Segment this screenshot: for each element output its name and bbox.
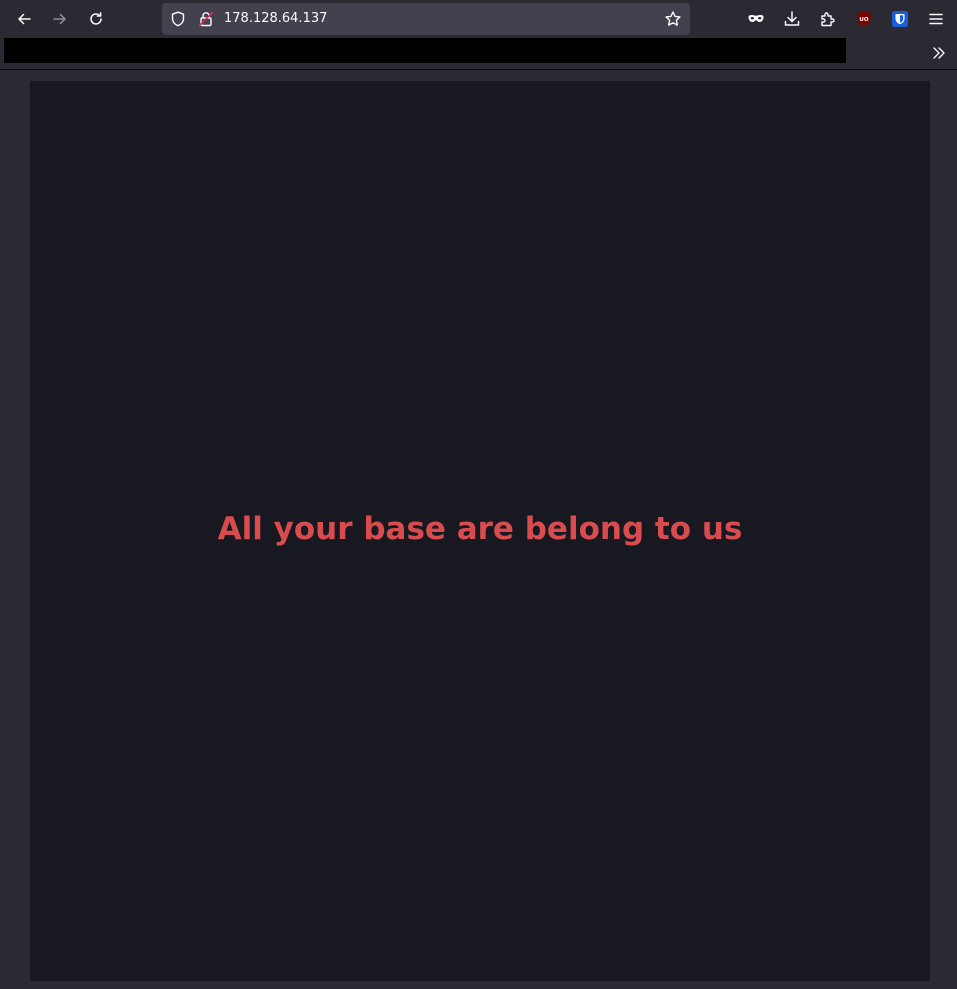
reload-button[interactable]: [83, 6, 109, 32]
back-button[interactable]: [11, 6, 37, 32]
url-text[interactable]: 178.128.64.137: [224, 11, 327, 26]
downloads-button[interactable]: [779, 6, 805, 32]
chevron-double-right-icon: [933, 47, 945, 59]
reload-icon: [90, 12, 102, 25]
browser-window: 178.128.64.137 UO All your base are belo…: [0, 0, 957, 989]
svg-text:UO: UO: [859, 17, 868, 23]
shield-icon[interactable]: [169, 10, 187, 28]
lock-insecure-icon[interactable]: [197, 10, 215, 28]
private-browsing-button[interactable]: [743, 6, 769, 32]
redacted-bookmarks: [4, 38, 846, 63]
app-menu-button[interactable]: [923, 6, 949, 32]
arrow-left-icon: [18, 13, 31, 25]
mask-icon: [748, 15, 764, 22]
bitwarden-icon: [892, 11, 908, 27]
page-headline: All your base are belong to us: [217, 511, 743, 547]
puzzle-icon: [821, 12, 835, 27]
hamburger-menu-icon: [929, 13, 943, 25]
forward-button[interactable]: [47, 6, 73, 32]
ublock-icon: UO: [857, 11, 871, 27]
page-canvas: All your base are belong to us: [30, 81, 930, 981]
bitwarden-extension-button[interactable]: [887, 6, 913, 32]
address-bar[interactable]: 178.128.64.137: [162, 3, 690, 35]
bookmarks-toolbar: [0, 36, 957, 70]
bookmarks-overflow-button[interactable]: [928, 42, 950, 64]
ublock-extension-button[interactable]: UO: [851, 6, 877, 32]
extensions-button[interactable]: [815, 6, 841, 32]
content-viewport: All your base are belong to us: [0, 70, 957, 989]
arrow-right-icon: [53, 13, 66, 25]
navigation-toolbar: 178.128.64.137 UO: [0, 0, 957, 38]
download-icon: [784, 11, 800, 26]
star-icon[interactable]: [664, 10, 682, 28]
